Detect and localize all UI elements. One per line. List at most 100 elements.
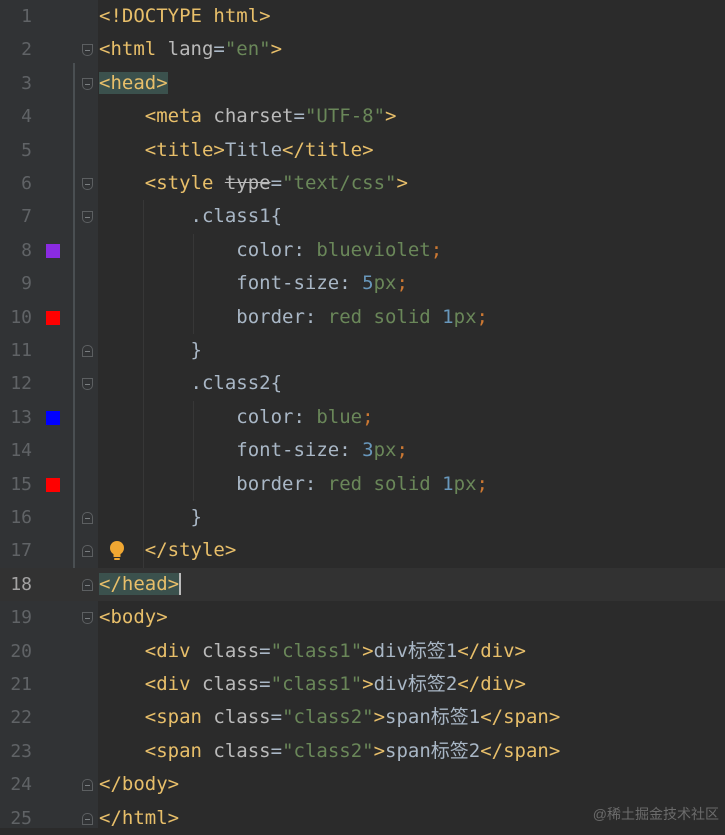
- fold-marker-icon[interactable]: [82, 178, 93, 190]
- fold-marker-icon[interactable]: [82, 211, 93, 224]
- code-line[interactable]: 10 border: red solid 1px;: [0, 301, 725, 334]
- code-text[interactable]: <title>Title</title>: [99, 134, 374, 167]
- code-text[interactable]: <div class="class1">div标签2</div>: [99, 668, 526, 701]
- line-number[interactable]: 24: [0, 768, 32, 801]
- fold-marker-icon[interactable]: [82, 578, 93, 591]
- code-editor[interactable]: 1 <!DOCTYPE html> 2 <html lang="en"> 3 <head>…: [0, 0, 725, 829]
- fold-marker-icon[interactable]: [82, 545, 93, 558]
- code-text[interactable]: .class1{: [99, 200, 283, 233]
- code-token: 5: [362, 272, 374, 295]
- code-text[interactable]: <meta charset="UTF-8">: [99, 100, 397, 133]
- code-token: >: [362, 639, 374, 662]
- code-text[interactable]: }: [99, 334, 202, 367]
- code-line[interactable]: 22 <span class="class2">span标签1</span>: [0, 701, 725, 734]
- line-number[interactable]: 2: [0, 33, 32, 66]
- line-number[interactable]: 7: [0, 200, 32, 233]
- code-text[interactable]: color: blueviolet;: [99, 234, 442, 267]
- code-text[interactable]: border: red solid 1px;: [99, 468, 488, 501]
- line-number[interactable]: 10: [0, 301, 32, 334]
- code-line[interactable]: 3 <head>: [0, 67, 725, 100]
- code-line[interactable]: 4 <meta charset="UTF-8">: [0, 100, 725, 133]
- color-swatch-icon[interactable]: [46, 310, 60, 325]
- line-number[interactable]: 18: [0, 568, 32, 601]
- code-line[interactable]: 11 }: [0, 334, 725, 367]
- color-swatch-icon[interactable]: [46, 410, 60, 425]
- code-token: blueviolet: [316, 238, 431, 261]
- code-line[interactable]: 23 <span class="class2">span标签2</span>: [0, 735, 725, 768]
- code-line[interactable]: 2 <html lang="en">: [0, 33, 725, 66]
- code-line[interactable]: 12 .class2{: [0, 367, 725, 400]
- line-number[interactable]: 15: [0, 468, 32, 501]
- line-number[interactable]: 4: [0, 100, 32, 133]
- code-text[interactable]: <!DOCTYPE html>: [99, 0, 271, 33]
- line-number[interactable]: 22: [0, 701, 32, 734]
- code-line[interactable]: 9 font-size: 5px;: [0, 267, 725, 300]
- code-text[interactable]: }: [99, 501, 202, 534]
- code-line[interactable]: 1 <!DOCTYPE html>: [0, 0, 725, 33]
- code-text[interactable]: </style>: [99, 534, 237, 567]
- fold-marker-icon[interactable]: [82, 779, 93, 792]
- line-number[interactable]: 19: [0, 601, 32, 634]
- code-token: <meta: [144, 105, 214, 128]
- code-token: =: [259, 673, 271, 695]
- line-number[interactable]: 23: [0, 735, 32, 768]
- code-text[interactable]: <head>: [99, 67, 168, 100]
- code-text[interactable]: color: blue;: [99, 401, 373, 434]
- code-text[interactable]: </body>: [99, 768, 179, 801]
- code-text[interactable]: </head>: [99, 568, 182, 601]
- fold-marker-icon[interactable]: [82, 812, 93, 825]
- fold-marker-icon[interactable]: [82, 512, 93, 524]
- code-line[interactable]: 6 <style type="text/css">: [0, 167, 725, 200]
- code-text[interactable]: <span class="class2">span标签2</span>: [99, 735, 561, 768]
- line-number[interactable]: 11: [0, 334, 32, 367]
- code-text[interactable]: font-size: 5px;: [99, 267, 408, 300]
- code-line[interactable]: 24 </body>: [0, 768, 725, 801]
- code-text[interactable]: <body>: [99, 601, 168, 634]
- code-line[interactable]: 18 </head>: [0, 567, 725, 602]
- code-text[interactable]: <span class="class2">span标签1</span>: [99, 701, 561, 734]
- watermark: @稀土掘金技术社区: [592, 806, 719, 822]
- code-line[interactable]: 14 font-size: 3px;: [0, 434, 725, 467]
- fold-marker-icon[interactable]: [82, 345, 93, 357]
- code-text[interactable]: </html>: [99, 802, 179, 835]
- line-number[interactable]: 6: [0, 167, 32, 200]
- code-line[interactable]: 5 <title>Title</title>: [0, 134, 725, 167]
- code-line[interactable]: 8 color: blueviolet;: [0, 234, 725, 267]
- fold-marker-icon[interactable]: [82, 44, 93, 57]
- line-number[interactable]: 3: [0, 67, 32, 100]
- line-number[interactable]: 9: [0, 267, 32, 300]
- code-line[interactable]: 15 border: red solid 1px;: [0, 468, 725, 501]
- code-line[interactable]: 7 .class1{: [0, 200, 725, 233]
- code-line[interactable]: 13 color: blue;: [0, 401, 725, 434]
- line-number[interactable]: 8: [0, 234, 32, 267]
- code-text[interactable]: font-size: 3px;: [99, 434, 408, 467]
- line-number[interactable]: 12: [0, 367, 32, 400]
- code-text[interactable]: <div class="class1">div标签1</div>: [99, 635, 526, 668]
- code-text[interactable]: <style type="text/css">: [99, 167, 408, 200]
- color-swatch-icon[interactable]: [46, 243, 60, 258]
- code-token: span标签1: [385, 706, 481, 729]
- fold-marker-icon[interactable]: [82, 378, 93, 391]
- line-number[interactable]: 5: [0, 134, 32, 167]
- line-number[interactable]: 21: [0, 668, 32, 701]
- code-line[interactable]: 20 <div class="class1">div标签1</div>: [0, 635, 725, 668]
- line-number[interactable]: 13: [0, 401, 32, 434]
- line-number[interactable]: 17: [0, 534, 32, 567]
- code-text[interactable]: border: red solid 1px;: [99, 301, 488, 334]
- code-line[interactable]: 19 <body>: [0, 601, 725, 634]
- code-line[interactable]: 17 </style>: [0, 534, 725, 567]
- code-line[interactable]: 16 }: [0, 501, 725, 534]
- fold-marker-icon[interactable]: [82, 612, 93, 625]
- code-token: class: [201, 673, 260, 695]
- line-number[interactable]: 25: [0, 802, 32, 835]
- color-swatch-icon[interactable]: [46, 477, 60, 492]
- code-text[interactable]: <html lang="en">: [99, 33, 282, 66]
- code-text[interactable]: .class2{: [99, 367, 283, 400]
- line-number[interactable]: 20: [0, 635, 32, 668]
- line-number[interactable]: 1: [0, 0, 32, 33]
- line-number[interactable]: 16: [0, 501, 32, 534]
- code-line[interactable]: 21 <div class="class1">div标签2</div>: [0, 668, 725, 701]
- line-number[interactable]: 14: [0, 434, 32, 467]
- fold-marker-icon[interactable]: [82, 77, 93, 90]
